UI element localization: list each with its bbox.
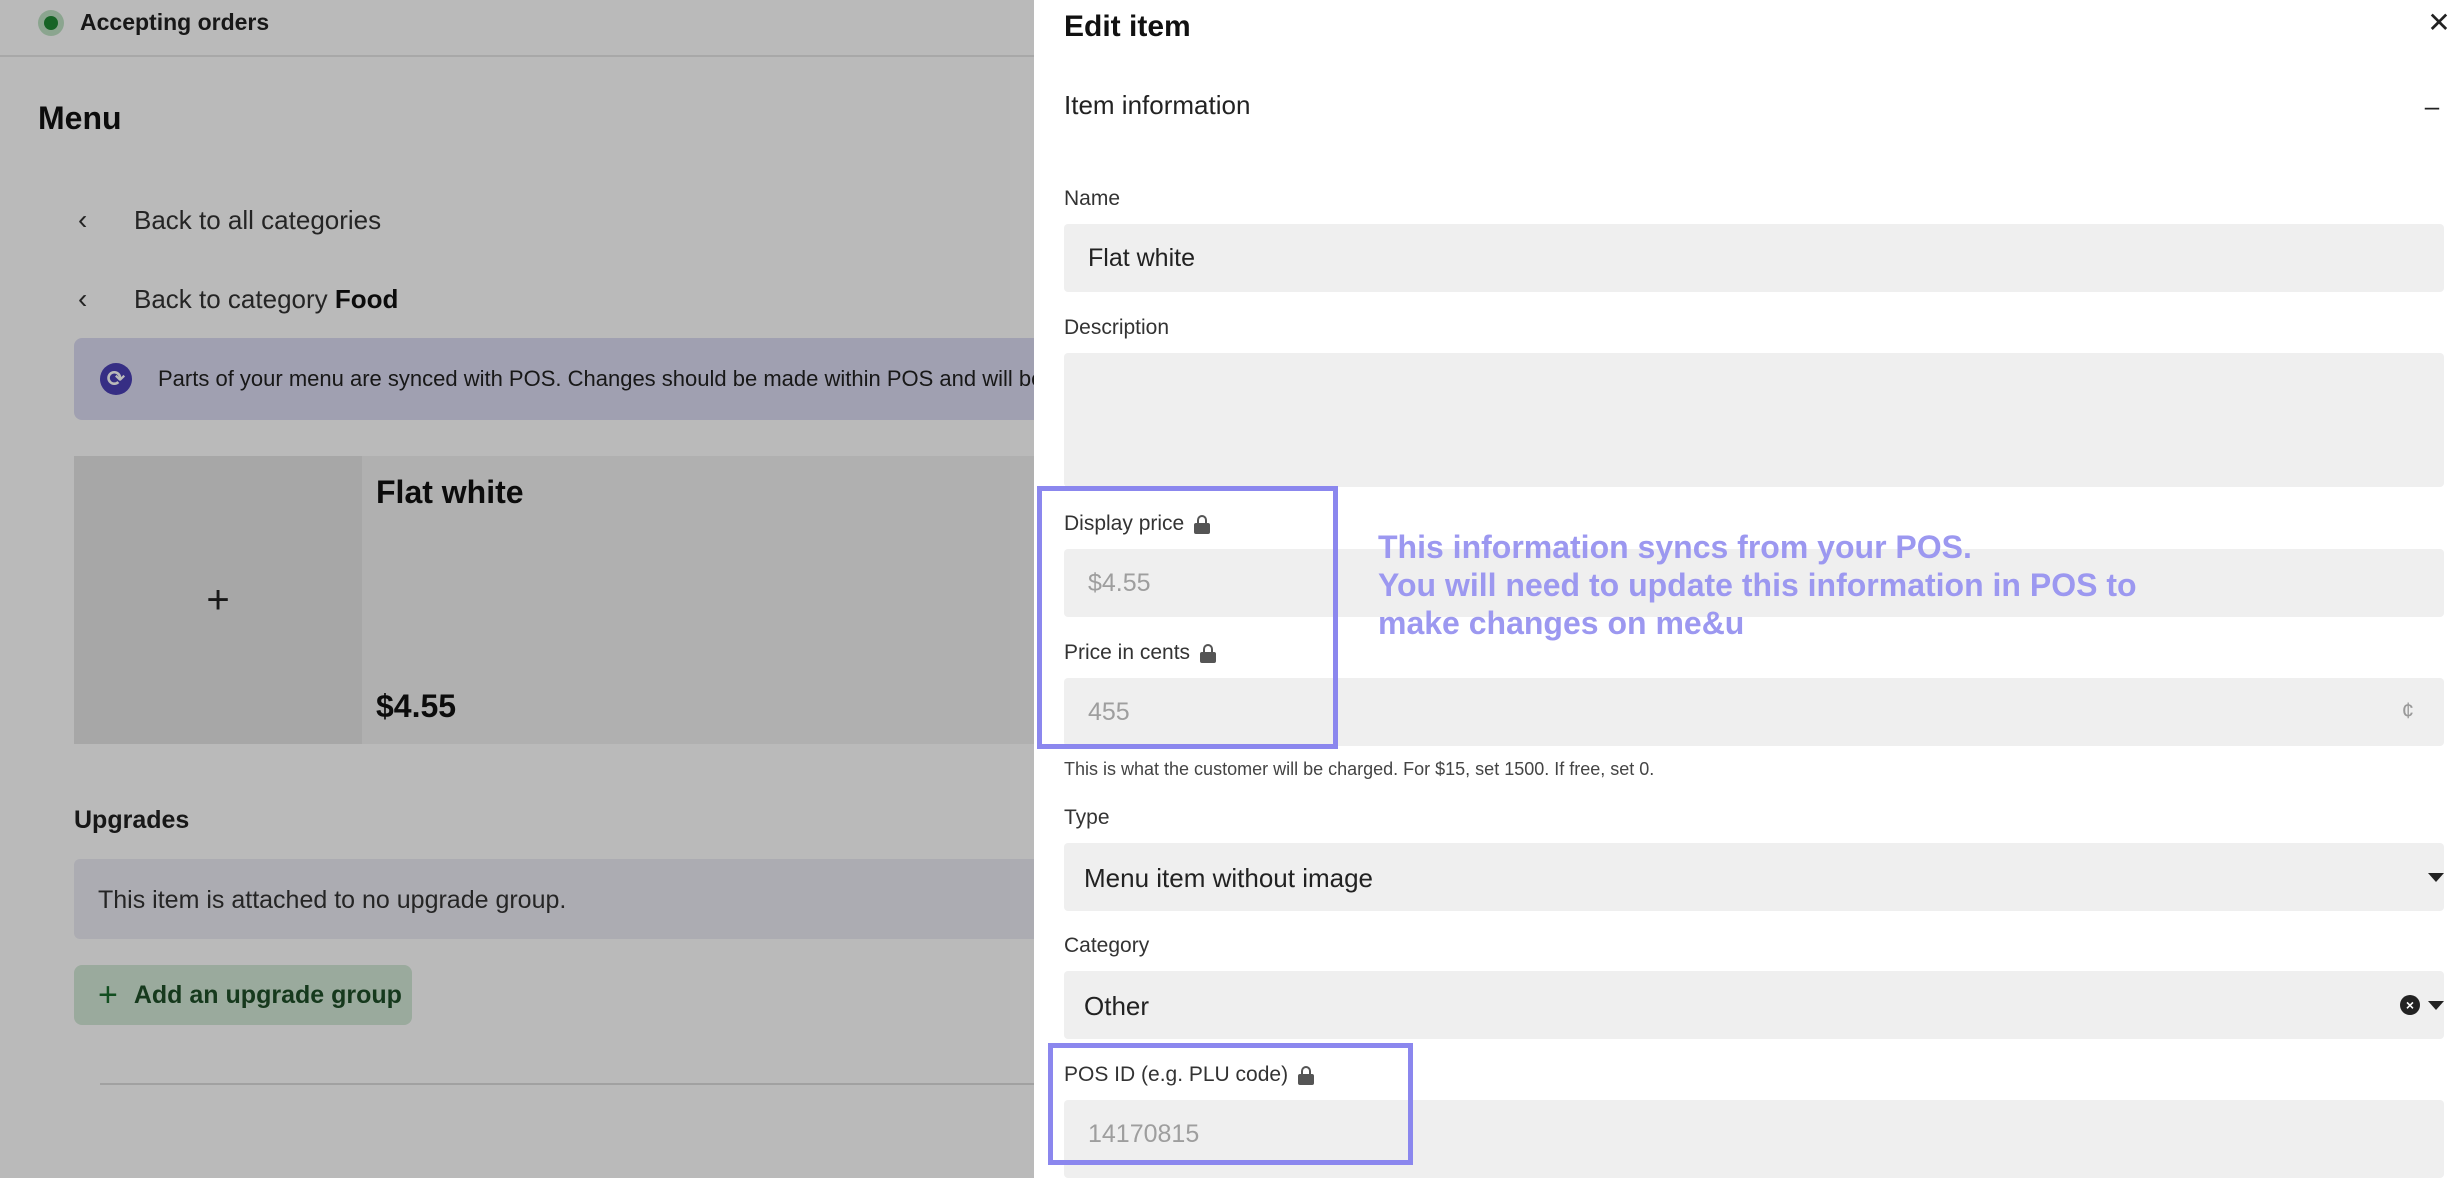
category-selected-value: Other [1084, 991, 1150, 1021]
price-highlight-box [1037, 486, 1338, 749]
annotation-line: make changes on me&u [1378, 605, 1745, 641]
close-icon[interactable]: ✕ [2424, 5, 2454, 41]
annotation-line: This information syncs from your POS. [1378, 529, 1972, 565]
pos-id-highlight-box [1048, 1043, 1413, 1165]
type-selected-value: Menu item without image [1084, 863, 1374, 893]
name-input-value: Flat white [1088, 244, 1195, 272]
clear-icon[interactable]: × [2400, 995, 2420, 1015]
drawer-title: Edit item [1064, 10, 1191, 43]
description-label: Description [1064, 316, 1170, 339]
annotation-callout: This information syncs from your POS. Yo… [1378, 528, 2137, 642]
description-textarea[interactable] [1064, 353, 2444, 487]
chevron-down-icon[interactable] [2428, 873, 2444, 882]
price-help-text: This is what the customer will be charge… [1064, 759, 1655, 779]
modal-backdrop[interactable] [0, 0, 1034, 1178]
name-label: Name [1064, 187, 1121, 210]
cent-symbol: ¢ [2401, 698, 2414, 723]
chevron-down-icon[interactable] [2428, 1001, 2444, 1010]
menu-page: Accepting orders Menu ‹ Back to all cate… [0, 0, 1034, 1178]
type-select[interactable]: Menu item without image [1064, 843, 2444, 911]
annotation-line: You will need to update this information… [1378, 567, 2137, 603]
category-select[interactable]: Other × [1064, 971, 2444, 1039]
item-information-section-title[interactable]: Item information [1064, 90, 1250, 121]
type-label: Type [1064, 806, 1110, 829]
category-label: Category [1064, 934, 1150, 957]
collapse-section-button[interactable]: – [2414, 88, 2450, 124]
name-input[interactable]: Flat white [1064, 224, 2444, 292]
